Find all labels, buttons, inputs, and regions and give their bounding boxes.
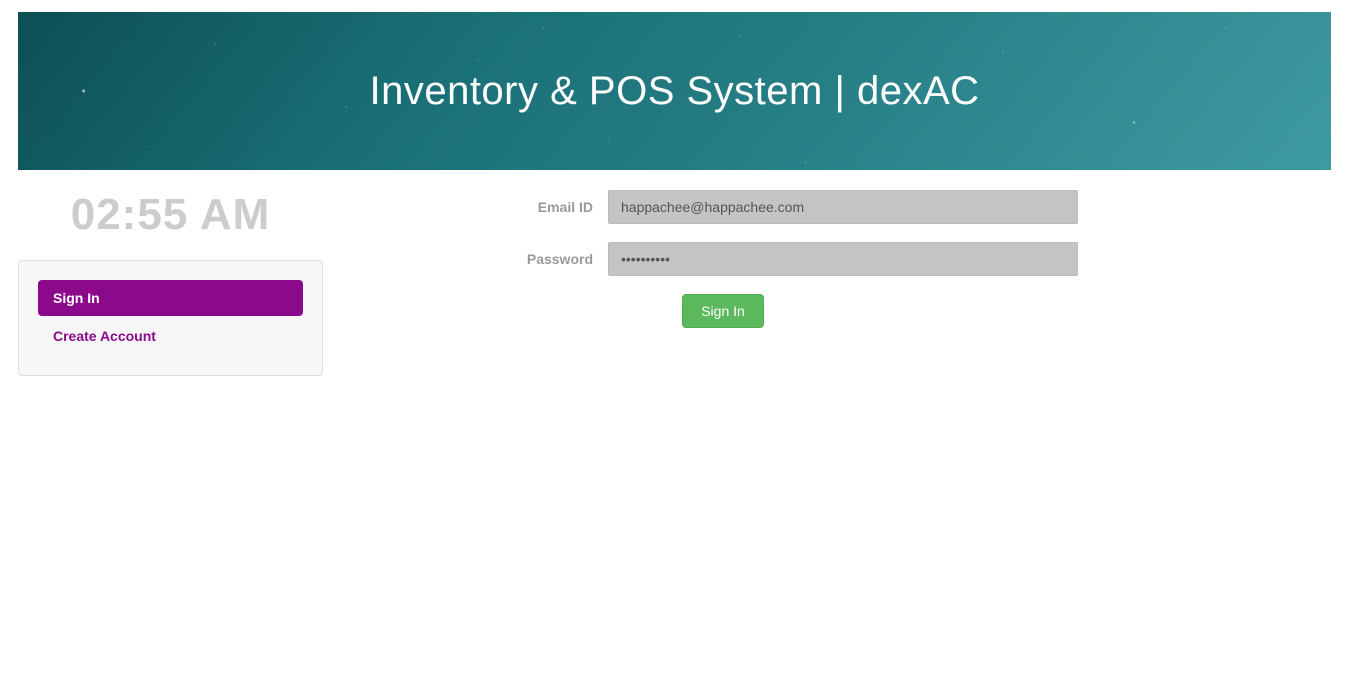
left-column: 02:55 AM Sign In Create Account — [18, 190, 323, 376]
password-label: Password — [353, 251, 608, 267]
password-input[interactable] — [608, 242, 1078, 276]
email-row: Email ID — [353, 190, 1331, 224]
password-row: Password — [353, 242, 1331, 276]
nav-panel: Sign In Create Account — [18, 260, 323, 376]
app-header: Inventory & POS System | dexAC — [18, 12, 1331, 170]
nav-signin[interactable]: Sign In — [38, 280, 303, 316]
form-column: Email ID Password Sign In — [323, 190, 1331, 376]
nav-create-account[interactable]: Create Account — [38, 318, 303, 354]
submit-row: Sign In — [353, 294, 1093, 328]
email-input[interactable] — [608, 190, 1078, 224]
clock-display: 02:55 AM — [18, 190, 323, 240]
app-title: Inventory & POS System | dexAC — [369, 69, 979, 114]
main-content: 02:55 AM Sign In Create Account Email ID… — [0, 190, 1349, 376]
signin-button[interactable]: Sign In — [682, 294, 764, 328]
email-label: Email ID — [353, 199, 608, 215]
